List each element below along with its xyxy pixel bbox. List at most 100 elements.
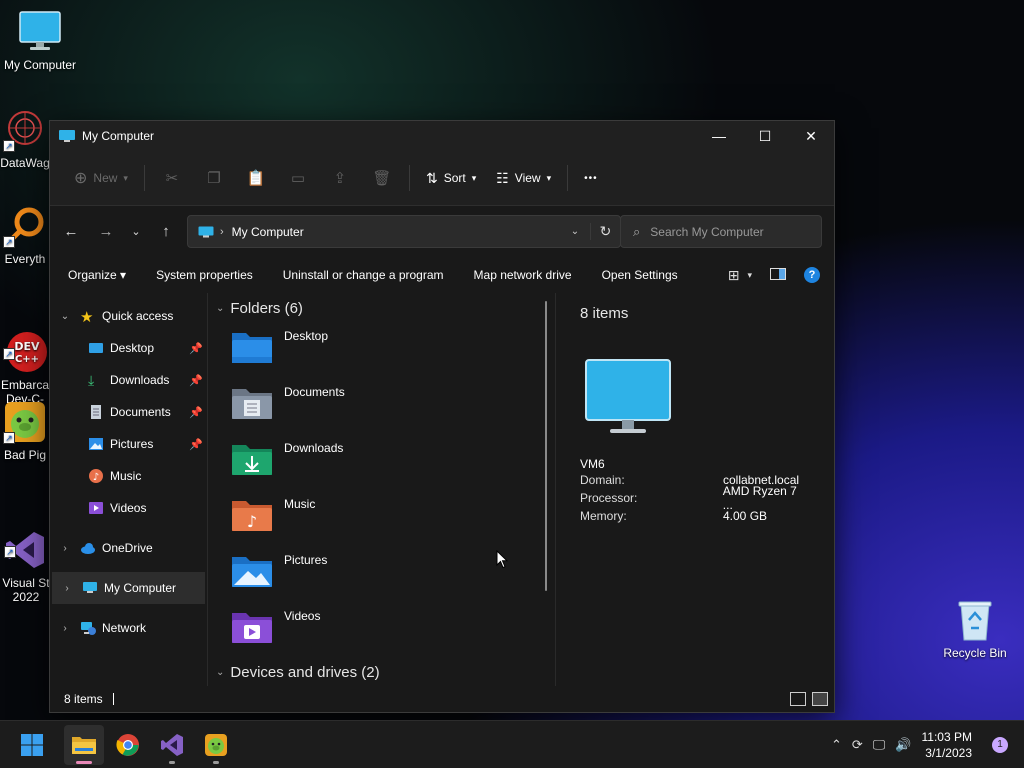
nav-label: Network <box>102 621 147 635</box>
taskbar-bad-piggies[interactable] <box>196 725 236 765</box>
chevron-right-icon[interactable]: › <box>52 583 82 594</box>
nav-label: Documents <box>110 405 171 419</box>
nav-videos[interactable]: Videos <box>50 492 207 524</box>
search-box[interactable]: ⌕ Search My Computer <box>620 215 822 248</box>
desktop-icon-my-computer[interactable]: My Computer <box>0 10 80 72</box>
recent-locations-button[interactable]: ⌄ <box>121 216 151 246</box>
large-icons-view-button[interactable] <box>812 692 828 706</box>
address-history-dropdown[interactable]: ⌄ <box>560 226 590 237</box>
status-divider <box>112 693 114 705</box>
search-placeholder: Search My Computer <box>650 224 764 239</box>
system-properties-button[interactable]: System properties <box>141 268 268 282</box>
help-button[interactable]: ? <box>804 267 820 283</box>
sync-icon[interactable]: ⟳ <box>852 737 863 753</box>
nav-downloads[interactable]: ⤓ Downloads 📌 <box>50 364 207 396</box>
nav-quick-access[interactable]: ⌄ ★ Quick access <box>50 300 207 332</box>
nav-network[interactable]: › Network <box>50 612 207 644</box>
chevron-right-icon[interactable]: › <box>50 543 80 554</box>
new-button[interactable]: ⊕ New ▾ <box>64 162 138 194</box>
uninstall-program-button[interactable]: Uninstall or change a program <box>268 268 459 282</box>
pictures-icon <box>89 438 103 450</box>
taskbar-visual-studio[interactable] <box>152 725 192 765</box>
folder-name: Documents <box>284 385 345 399</box>
volume-icon[interactable]: 🔊 <box>895 737 911 753</box>
search-magnifier-icon: ↗ <box>3 204 47 248</box>
monitor-icon <box>83 582 97 593</box>
command-bar: Organize ▾ System properties Uninstall o… <box>50 260 834 290</box>
notification-badge[interactable]: 1 <box>992 736 1008 753</box>
chrome-icon <box>116 733 139 756</box>
desktop-icon-recycle-bin[interactable]: Recycle Bin <box>935 598 1015 660</box>
close-button[interactable]: ✕ <box>788 121 834 151</box>
rename-button[interactable]: ▭ <box>284 162 312 194</box>
delete-button[interactable]: 🗑 <box>368 162 396 194</box>
share-button[interactable]: ⇪ <box>326 162 354 194</box>
nav-music[interactable]: ♪ Music <box>50 460 207 492</box>
monitor-icon <box>585 359 671 433</box>
details-view-button[interactable] <box>790 692 806 706</box>
desktop-folder-icon <box>232 333 272 363</box>
minimize-button[interactable]: — <box>696 121 742 151</box>
show-hidden-icons-chevron-up-icon[interactable]: ⌃ <box>831 737 842 753</box>
folder-item-desktop[interactable]: Desktop <box>208 323 555 379</box>
folder-item-music[interactable]: ♪ Music <box>208 491 555 547</box>
chevron-down-icon: ⌄ <box>216 666 225 678</box>
svg-text:♪: ♪ <box>93 472 99 483</box>
open-settings-button[interactable]: Open Settings <box>587 268 693 282</box>
paste-button[interactable]: 📋 <box>242 162 270 194</box>
videos-icon <box>89 502 103 514</box>
desktop-icon-label: My Computer <box>3 58 77 72</box>
clock[interactable]: 11:03 PM 3/1/2023 <box>922 729 972 761</box>
forward-button[interactable]: → <box>91 216 121 246</box>
devices-group-header[interactable]: ⌄ Devices and drives (2) <box>208 657 555 687</box>
group-title: Folders (6) <box>230 299 303 317</box>
nav-onedrive[interactable]: › OneDrive <box>50 532 207 564</box>
preview-pane-icon <box>770 267 786 280</box>
organize-menu[interactable]: Organize ▾ <box>50 268 141 282</box>
chevron-down-icon[interactable]: ⌄ <box>50 311 80 322</box>
system-tray: ⌃ ⟳ 🖵 🔊 11:03 PM 3/1/2023 1 <box>831 729 1024 761</box>
grid-view-icon: ⊞ <box>727 266 740 283</box>
up-button[interactable]: ↑ <box>151 216 181 246</box>
more-options-button[interactable]: ••• <box>574 162 608 194</box>
star-icon: ★ <box>80 309 94 326</box>
network-icon[interactable]: 🖵 <box>873 737 886 753</box>
maximize-button[interactable]: ☐ <box>742 121 788 151</box>
title-bar[interactable]: My Computer — ☐ ✕ <box>50 121 834 151</box>
network-icon <box>81 622 96 635</box>
start-button[interactable] <box>12 725 52 765</box>
map-network-drive-button[interactable]: Map network drive <box>459 268 587 282</box>
copy-button[interactable]: ❐ <box>200 162 228 194</box>
taskbar-file-explorer[interactable] <box>64 724 104 765</box>
back-button[interactable]: ← <box>56 216 86 246</box>
window-title: My Computer <box>82 129 155 143</box>
folder-item-videos[interactable]: Videos <box>208 603 555 659</box>
desktop-icon-label: Visual St 2022 <box>2 576 50 604</box>
address-bar[interactable]: › My Computer ⌄ ↻ <box>187 215 621 248</box>
chevron-down-icon: ▾ <box>471 172 477 183</box>
vertical-scrollbar[interactable] <box>545 301 547 591</box>
arrow-left-icon: ← <box>63 222 79 240</box>
refresh-button[interactable]: ↻ <box>590 223 620 240</box>
new-label: New <box>93 171 118 185</box>
nav-my-computer[interactable]: › My Computer <box>52 572 205 604</box>
nav-documents[interactable]: Documents 📌 <box>50 396 207 428</box>
view-button[interactable]: ☷ View ▾ <box>486 162 561 194</box>
nav-pictures[interactable]: Pictures 📌 <box>50 428 207 460</box>
nav-desktop[interactable]: Desktop 📌 <box>50 332 207 364</box>
preview-pane-button[interactable] <box>770 267 786 283</box>
ellipsis-icon: ••• <box>584 172 598 184</box>
layout-options-button[interactable]: ⊞ ▾ <box>728 267 752 284</box>
breadcrumb-my-computer[interactable]: My Computer <box>232 225 304 239</box>
folder-item-documents[interactable]: Documents <box>208 379 555 435</box>
cut-button[interactable]: ✂ <box>158 162 186 194</box>
group-title: Devices and drives (2) <box>230 663 380 681</box>
datawag-icon: ↗ <box>3 108 47 152</box>
taskbar-chrome[interactable] <box>108 725 148 765</box>
folders-group-header[interactable]: ⌄ Folders (6) <box>208 293 555 323</box>
desktop-icon-label: DataWag <box>0 156 50 170</box>
pin-icon: 📌 <box>189 438 203 451</box>
folder-item-downloads[interactable]: Downloads <box>208 435 555 491</box>
chevron-right-icon[interactable]: › <box>50 623 80 634</box>
sort-button[interactable]: ⇅ Sort ▾ <box>416 162 486 194</box>
